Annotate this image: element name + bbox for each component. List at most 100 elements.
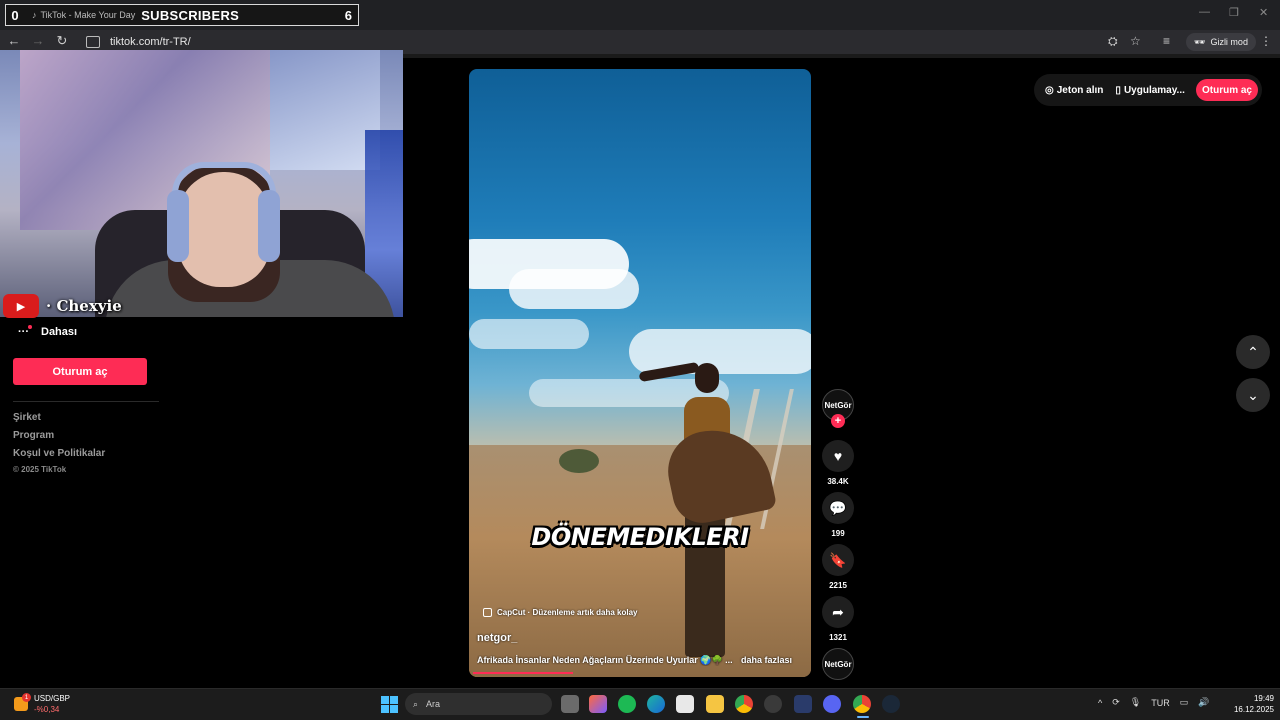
streamer-name: · Chexyie	[46, 297, 122, 315]
file-explorer-icon[interactable]	[706, 695, 724, 713]
get-coins-link[interactable]: ◎ Jeton alın	[1045, 85, 1103, 96]
edge-icon[interactable]	[647, 695, 665, 713]
video-description: Afrikada İnsanlar Neden Ağaçların Üzerin…	[477, 655, 797, 666]
video-description-text: Afrikada İnsanlar Neden Ağaçların Üzerin…	[477, 655, 733, 665]
obs-icon[interactable]	[764, 695, 782, 713]
url-text: tiktok.com/tr-TR/	[110, 36, 191, 48]
chrome-icon[interactable]	[735, 695, 753, 713]
browser-tab-title: TikTok - Make Your Day	[40, 10, 136, 20]
headphone-right	[258, 190, 280, 262]
display-icon[interactable]: ▭	[1180, 697, 1189, 708]
video-author[interactable]: netgor_	[477, 632, 517, 644]
sidebar-login-button[interactable]: Oturum aç	[13, 358, 147, 385]
wall-poster-right	[270, 50, 380, 170]
capcut-label: CapCut · Düzenleme artık daha kolay	[497, 608, 638, 617]
follow-plus-icon[interactable]: +	[831, 414, 845, 428]
save-button[interactable]: 🔖	[822, 544, 854, 576]
capcut-link[interactable]: CapCut · Düzenleme artık daha kolay	[483, 608, 637, 617]
tiktok-icon: ♪	[32, 10, 37, 20]
spotify-icon[interactable]	[618, 695, 636, 713]
incognito-indicator[interactable]: 🕶 Gizli mod	[1186, 33, 1256, 51]
headphone-left	[167, 190, 189, 262]
overlay-left-count: 0	[11, 7, 19, 23]
site-info-icon[interactable]	[86, 36, 100, 48]
system-tray: ^ ⟳ 🎙 TUR ▭ 🔊	[1098, 697, 1209, 708]
browser-tab[interactable]: ♪ TikTok - Make Your Day	[32, 10, 135, 20]
comment-icon: 💬	[829, 499, 847, 516]
subscriber-overlay: 0 ♪ TikTok - Make Your Day SUBSCRIBERS 6	[5, 4, 359, 26]
menu-kebab-icon[interactable]: ⋮	[1260, 34, 1272, 48]
chevron-up-icon: ⌃	[1247, 343, 1259, 360]
get-coins-label: Jeton alın	[1056, 84, 1104, 96]
overlay-right-count: 6	[344, 7, 352, 23]
chrome-active-icon[interactable]	[853, 695, 871, 713]
capcut-icon	[483, 608, 492, 617]
header-actions: ◎ Jeton alın ▯ Uygulamay... Oturum aç	[1034, 74, 1262, 106]
share-count: 1321	[829, 633, 847, 642]
bookmark-icon: 🔖	[829, 551, 847, 568]
share-arrow-icon: ➦	[832, 603, 844, 620]
language-indicator[interactable]: TUR	[1151, 698, 1170, 708]
sound-disc[interactable]: NetGör	[822, 648, 854, 680]
clock-date: 16.12.2025	[1233, 705, 1274, 714]
sync-icon[interactable]: ⟳	[1112, 697, 1120, 708]
close-icon[interactable]: ✕	[1259, 6, 1268, 19]
video-progress-bar[interactable]	[473, 672, 574, 674]
copilot-icon[interactable]	[589, 695, 607, 713]
clock-time: 19:49	[1253, 694, 1274, 703]
taskbar-search-placeholder: Ara	[426, 699, 441, 709]
get-app-link[interactable]: ▯ Uygulamay...	[1115, 85, 1184, 96]
minimize-icon[interactable]: —	[1199, 6, 1210, 18]
see-more-link[interactable]: daha fazlası	[741, 655, 792, 666]
video-player[interactable]: DÖNEMEDIKLERI CapCut · Düzenleme artık d…	[469, 69, 811, 677]
chevron-up-icon[interactable]: ^	[1098, 698, 1102, 708]
microphone-icon[interactable]: 🎙	[1130, 697, 1141, 708]
cloud	[469, 319, 589, 349]
heart-icon: ♥	[833, 448, 843, 464]
taskbar-search[interactable]: ⌕ Ara	[405, 693, 552, 715]
like-button[interactable]: ♥	[822, 440, 854, 472]
windows-start-icon[interactable]	[381, 696, 398, 713]
notification-dot	[28, 325, 32, 329]
header-login-button[interactable]: Oturum aç	[1195, 79, 1258, 101]
like-count: 38.4K	[827, 477, 849, 486]
comment-button[interactable]: 💬	[822, 492, 854, 524]
incognito-label: Gizli mod	[1210, 37, 1248, 47]
task-view-icon[interactable]	[561, 695, 579, 713]
share-button[interactable]: ➦	[822, 596, 854, 628]
forward-arrow-icon[interactable]: →	[29, 33, 47, 48]
active-app-indicator	[857, 716, 869, 718]
cloud	[629, 329, 811, 374]
back-arrow-icon[interactable]: ←	[5, 33, 23, 48]
footer-link-company[interactable]: Şirket	[13, 412, 41, 423]
cloud	[509, 269, 639, 309]
previous-video-button[interactable]: ⌃	[1236, 335, 1270, 369]
address-bar[interactable]: tiktok.com/tr-TR/	[80, 32, 1100, 52]
windows-taskbar	[0, 688, 1280, 720]
system-clock[interactable]: 19:49 16.12.2025	[1222, 693, 1274, 715]
app-icon[interactable]	[794, 695, 812, 713]
footer-link-terms[interactable]: Koşul ve Politikalar	[13, 448, 105, 459]
store-icon[interactable]	[676, 695, 694, 713]
comment-count: 199	[831, 529, 845, 538]
phone-icon: ▯	[1115, 84, 1121, 96]
translate-icon[interactable]: ⛭	[1108, 34, 1118, 49]
coin-icon: ◎	[1045, 84, 1054, 96]
man-head	[695, 363, 719, 393]
more-label: Dahası	[41, 326, 78, 338]
footer-link-program[interactable]: Program	[13, 430, 54, 441]
reading-list-icon[interactable]: ≡	[1163, 34, 1170, 48]
reload-icon[interactable]: ↻	[53, 33, 71, 49]
discord-icon[interactable]	[823, 695, 841, 713]
restore-icon[interactable]: ❐	[1229, 6, 1239, 19]
volume-icon[interactable]: 🔊	[1198, 697, 1209, 708]
search-icon: ⌕	[413, 698, 419, 709]
get-app-label: Uygulamay...	[1123, 84, 1185, 96]
more-menu-item[interactable]: ··· Dahası	[18, 326, 77, 338]
incognito-icon: 🕶	[1194, 36, 1206, 47]
next-video-button[interactable]: ⌄	[1236, 378, 1270, 412]
steam-icon[interactable]	[882, 695, 900, 713]
ticker-change: -%0,34	[34, 705, 60, 714]
bookmark-star-icon[interactable]: ☆	[1130, 34, 1141, 48]
ticker-name[interactable]: USD/GBP	[34, 694, 70, 703]
